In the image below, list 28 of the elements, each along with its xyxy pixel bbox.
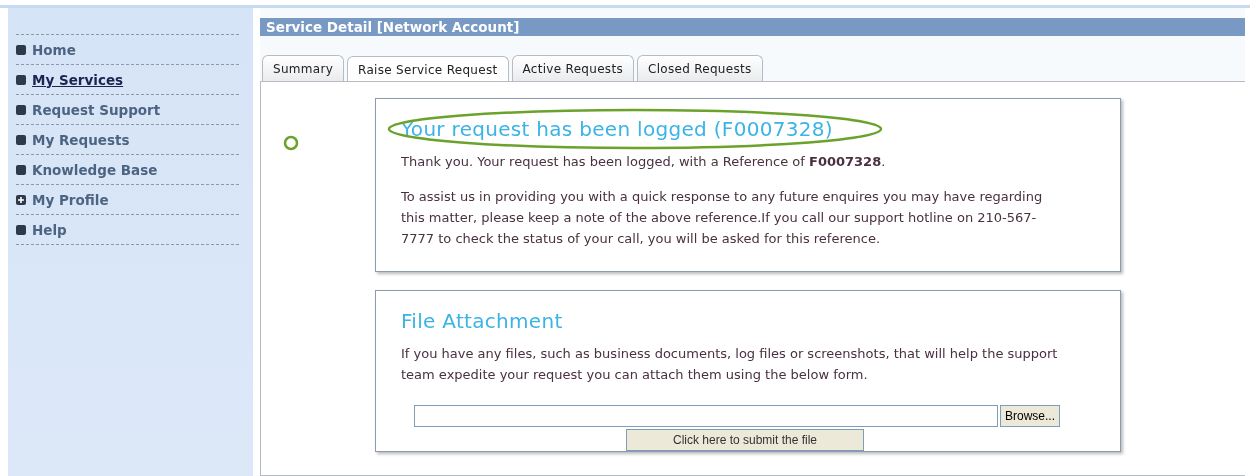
square-bullet-icon [16,104,26,115]
confirmation-text: Thank you. Your request has been logged, with a Reference of F0007328. [401,153,887,171]
tab[interactable]: Raise Service Request [347,56,509,82]
attachment-heading: File Attachment [401,309,563,333]
square-bullet-icon [16,134,26,145]
circle-marker [283,135,299,151]
plus-icon [16,194,26,205]
tab[interactable]: Active Requests [511,55,634,81]
sidebar-item[interactable]: Knowledge Base [16,154,239,184]
section-title: Service Detail [Network Account] [260,18,1245,36]
submit-file-button[interactable]: Click here to submit the file [626,429,864,451]
sidebar-item[interactable]: Request Support [16,94,239,124]
sidebar-item[interactable]: My Profile [16,184,239,214]
sidebar-item[interactable]: My Requests [16,124,239,154]
confirmation-heading: Your request has been logged (F0007328) [401,117,833,141]
file-path-field[interactable] [414,405,998,427]
square-bullet-icon [16,74,26,85]
tab[interactable]: Summary [262,55,345,81]
browse-button[interactable]: Browse... [1000,405,1060,427]
sidebar-item[interactable]: Home [16,34,239,64]
square-bullet-icon [16,224,26,235]
square-bullet-icon [16,164,26,175]
confirmation-text: To assist us in providing you with a quick response to any future enquires you may have regarding this matter, please keep a note of the above reference.If you call our support hotline on 210-567-7777 to check the status of your call, you will be asked for this reference. [401,188,1044,248]
sidebar-item[interactable]: Help [16,214,239,245]
square-bullet-icon [16,44,26,55]
tab[interactable]: Closed Requests [636,55,763,81]
sidebar-item[interactable]: My Services [16,64,239,94]
attachment-text: If you have any files, such as business documents, log files or screenshots, that will help the support team expedite your request you can attach them using the below form. [401,345,1059,384]
